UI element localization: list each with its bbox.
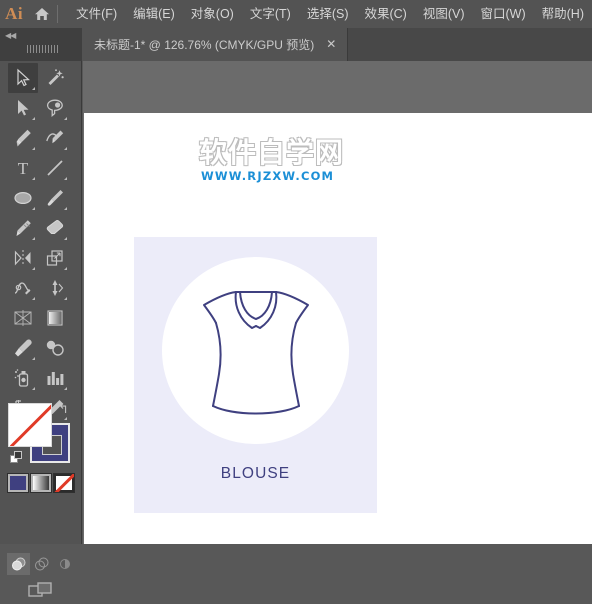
tool-panel-drag-handle[interactable] [27,45,59,53]
direct-selection-tool[interactable] [8,93,38,123]
tool-flyout-indicator [32,87,35,90]
none-slash-icon [9,404,51,446]
default-fill-stroke-icon[interactable] [10,451,23,464]
tool-flyout-indicator [32,297,35,300]
menu-type[interactable]: 文字(T) [242,0,299,28]
tool-flyout-indicator [32,357,35,360]
tool-flyout-indicator [32,237,35,240]
color-mode-button[interactable] [7,473,29,493]
document-tab-bar: ◀◀ 未标题-1* @ 126.76% (CMYK/GPU 预览) ✕ [0,28,592,61]
pen-tool[interactable] [8,123,38,153]
tool-flyout-indicator [32,177,35,180]
fill-stroke-swatches: ↰ [8,401,74,465]
tool-flyout-indicator [64,387,67,390]
watermark-chinese-text: 软件自学网 [199,136,345,169]
draw-behind-button[interactable] [30,553,53,575]
tool-flyout-indicator [64,147,67,150]
shaper-tool[interactable] [8,213,38,243]
tool-flyout-indicator [64,117,67,120]
menu-item-list: 文件(F) 编辑(E) 对象(O) 文字(T) 选择(S) 效果(C) 视图(V… [68,0,592,28]
canvas-area[interactable]: BLOUSE 软件自学网 WWW.RJZXW.COM [83,61,592,544]
eraser-tool[interactable] [40,213,70,243]
document-tab-label: 未标题-1* @ 126.76% (CMYK/GPU 预览) [94,38,315,52]
home-button[interactable] [28,0,56,28]
change-screen-mode-button[interactable] [28,581,54,599]
color-mode-buttons [7,473,75,493]
menu-file[interactable]: 文件(F) [68,0,125,28]
tool-flyout-indicator [64,267,67,270]
menu-view[interactable]: 视图(V) [415,0,473,28]
column-graph-tool[interactable] [40,363,70,393]
close-icon[interactable]: ✕ [314,28,347,61]
tool-flyout-indicator [64,237,67,240]
tools-panel: T ↰ [0,61,82,597]
blouse-label: BLOUSE [220,465,291,482]
perspective-grid-tool[interactable] [40,303,70,333]
line-segment-tool[interactable] [40,153,70,183]
double-chevron-left-icon[interactable]: ◀◀ [5,31,16,40]
drawing-mode-buttons [7,553,77,575]
menu-bar: Ai 文件(F) 编辑(E) 对象(O) 文字(T) 选择(S) 效果(C) 视… [0,0,592,28]
blouse-illustration [203,291,309,415]
swap-fill-stroke-icon[interactable]: ↰ [58,401,74,417]
document-tab[interactable]: 未标题-1* @ 126.76% (CMYK/GPU 预览) ✕ [82,28,349,61]
app-logo: Ai [5,4,24,23]
home-icon [33,5,51,23]
ellipse-tool[interactable] [8,183,38,213]
rotate-tool[interactable] [8,243,38,273]
watermark: 软件自学网 WWW.RJZXW.COM [199,136,349,184]
menu-effect[interactable]: 效果(C) [356,0,414,28]
paintbrush-tool[interactable] [40,183,70,213]
draw-inside-button[interactable] [53,553,76,575]
selection-tool[interactable] [8,63,38,93]
width-tool[interactable] [8,273,38,303]
fill-swatch[interactable] [8,403,52,447]
menu-select[interactable]: 选择(S) [299,0,357,28]
draw-normal-button[interactable] [7,553,30,575]
tool-panel-header: ◀◀ [0,28,82,61]
svg-text:T: T [18,159,29,178]
tool-flyout-indicator [32,267,35,270]
menu-object[interactable]: 对象(O) [183,0,242,28]
free-transform-tool[interactable] [40,273,70,303]
magic-wand-tool[interactable] [40,63,70,93]
menu-help[interactable]: 帮助(H) [534,0,592,28]
scale-tool[interactable] [40,243,70,273]
blend-tool[interactable] [40,333,70,363]
tool-flyout-indicator [32,387,35,390]
illustrator-window: Ai 文件(F) 编辑(E) 对象(O) 文字(T) 选择(S) 效果(C) 视… [0,0,592,597]
blouse-card[interactable]: BLOUSE [134,237,377,513]
tool-flyout-indicator [32,147,35,150]
shape-builder-tool[interactable] [8,303,38,333]
lasso-tool[interactable] [40,93,70,123]
tool-flyout-indicator [64,177,67,180]
menubar-divider [57,5,59,23]
curvature-tool[interactable] [40,123,70,153]
tool-flyout-indicator [64,207,67,210]
none-mode-button[interactable] [53,473,75,493]
watermark-url-text: WWW.RJZXW.COM [201,169,335,183]
tool-flyout-indicator [32,207,35,210]
symbol-sprayer-tool[interactable] [8,363,38,393]
eyedropper-tool[interactable] [8,333,38,363]
menu-window[interactable]: 窗口(W) [473,0,534,28]
type-tool[interactable]: T [8,153,38,183]
tool-flyout-indicator [32,117,35,120]
gradient-mode-button[interactable] [30,473,52,493]
menu-edit[interactable]: 编辑(E) [125,0,183,28]
tool-flyout-indicator [64,297,67,300]
